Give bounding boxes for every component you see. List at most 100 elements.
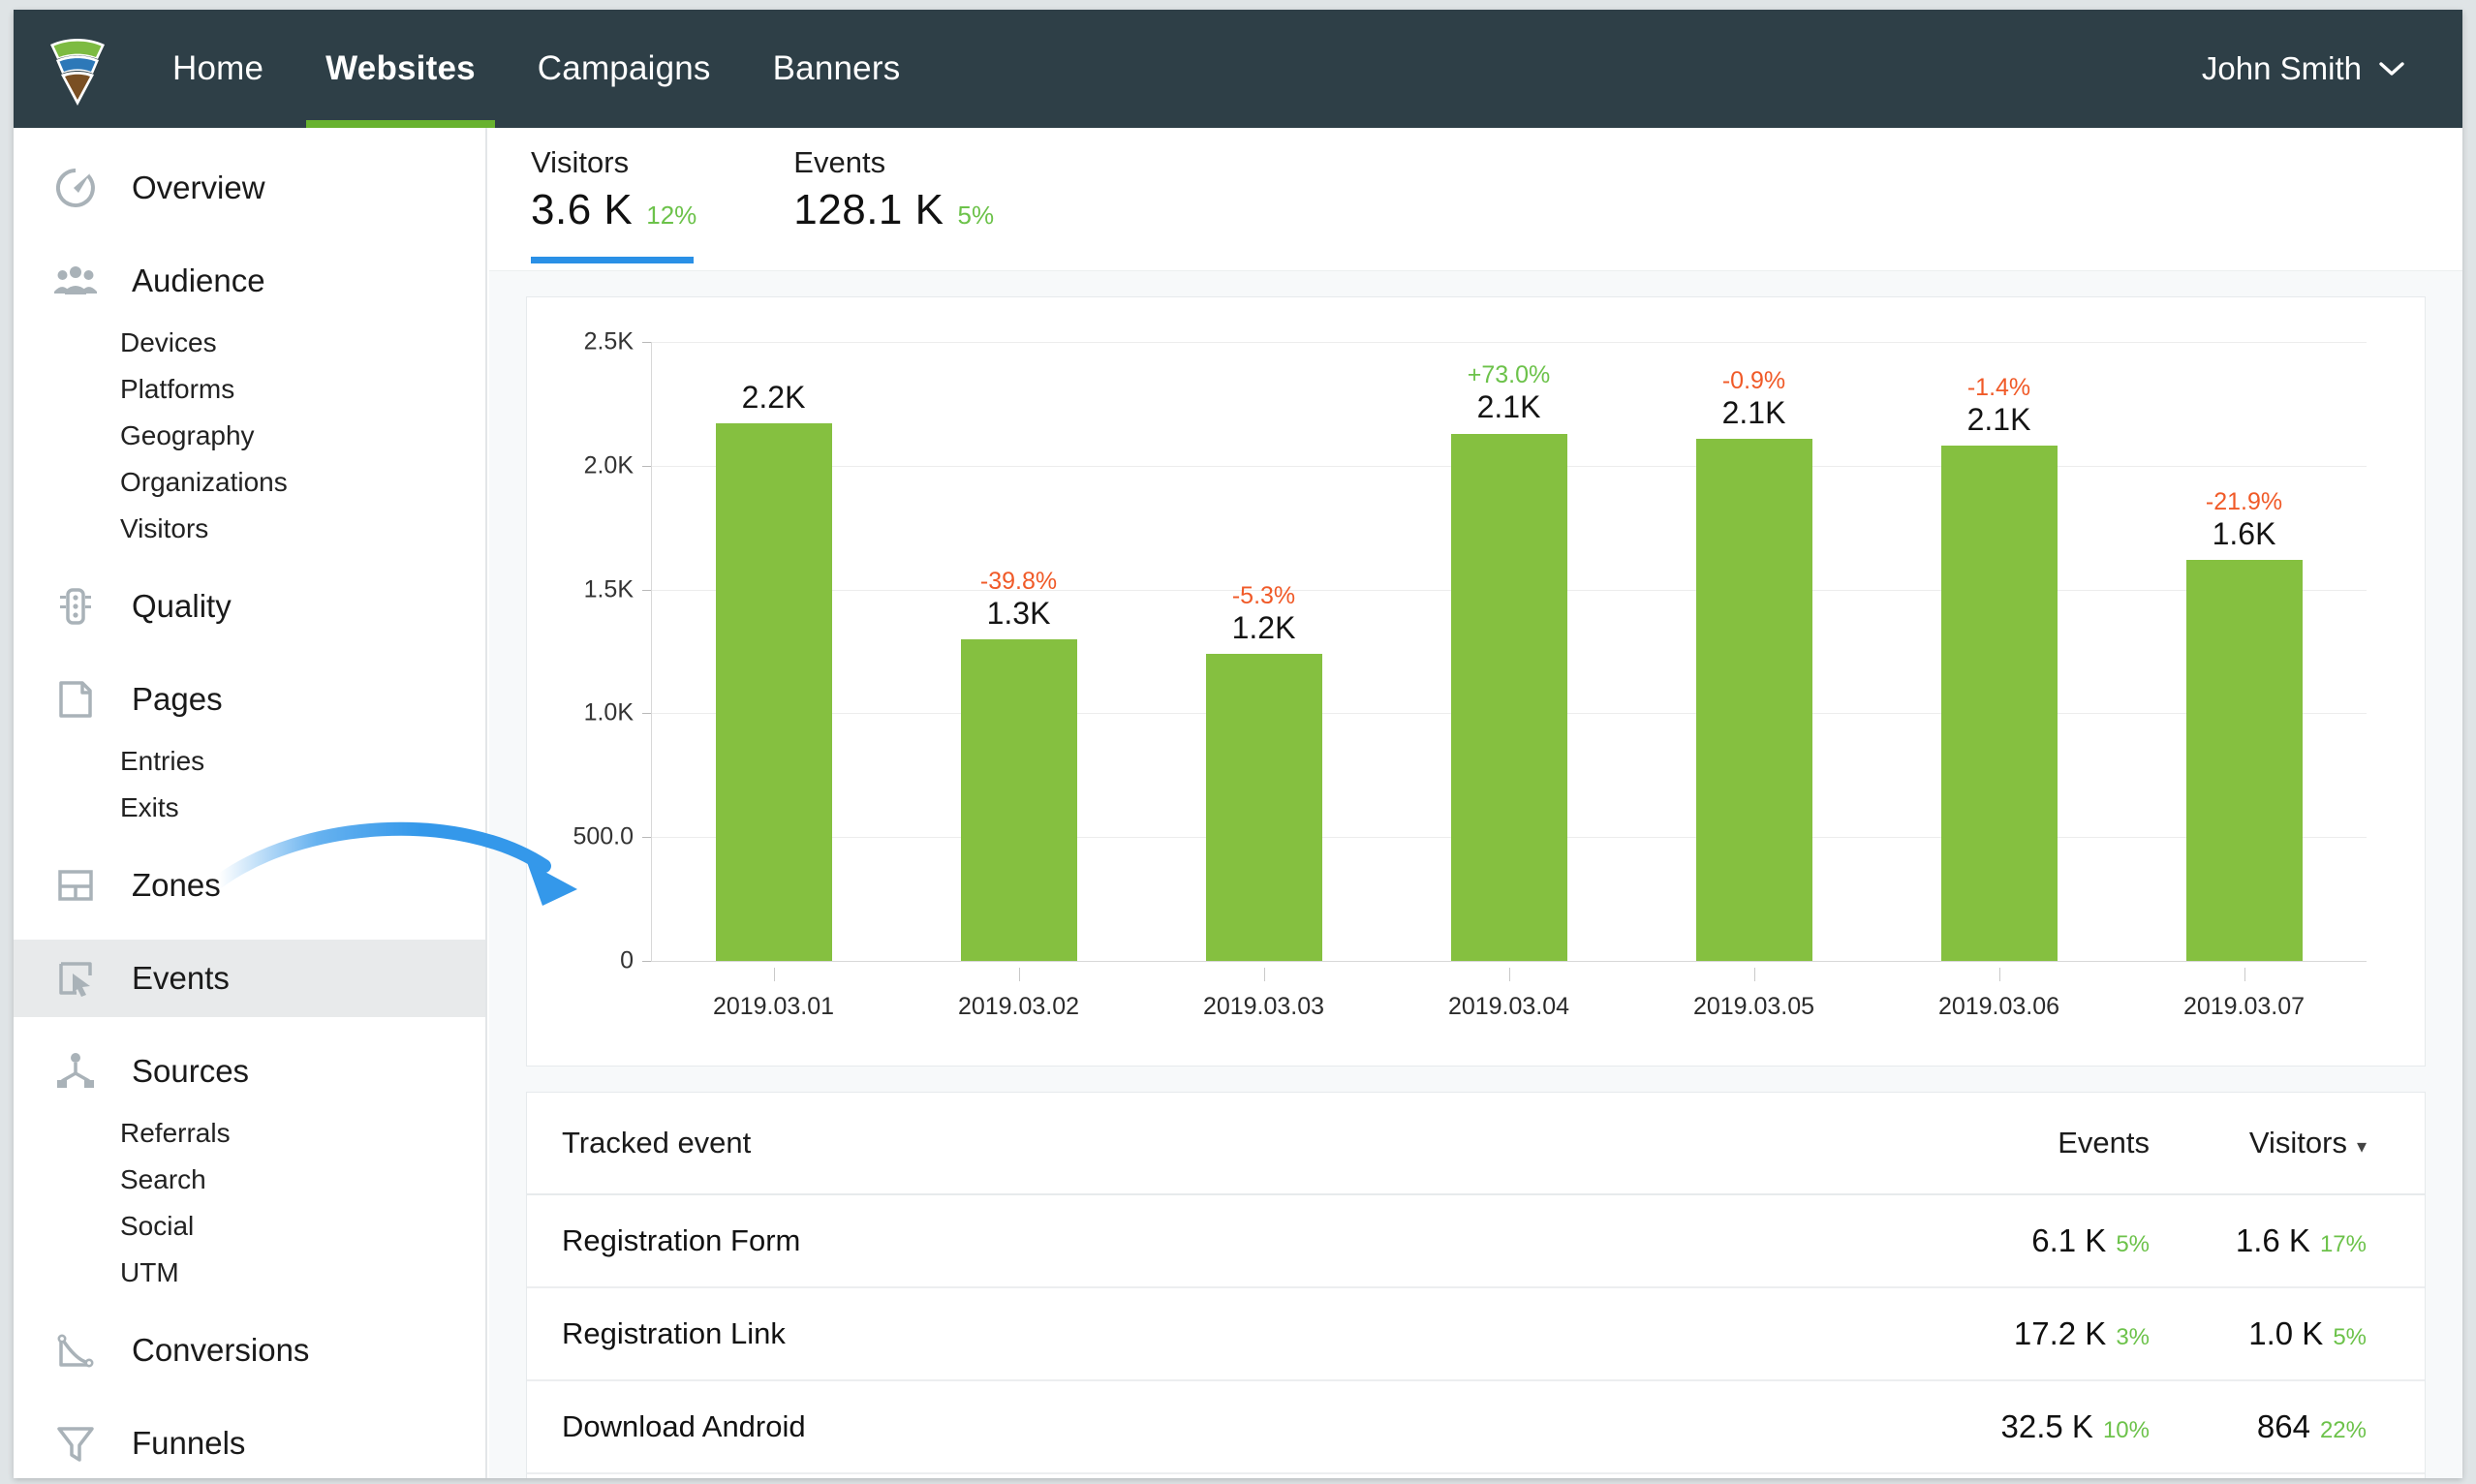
chart-bar[interactable] [1450,433,1567,961]
sidebar-item-exits[interactable]: Exits [14,785,485,831]
sidebar-item-search-label: Search [120,1164,206,1194]
sources-icon [48,1044,103,1098]
traffic-light-icon [48,579,103,634]
column-header-tracked-event[interactable]: Tracked event [527,1093,1940,1194]
chart-bar-value-label: 1.3K [986,595,1051,631]
sidebar-item-social[interactable]: Social [14,1203,485,1250]
sidebar-item-sources[interactable]: Sources [14,1033,485,1110]
y-axis-tick-mark [642,342,651,343]
nav-item-home[interactable]: Home [141,10,294,128]
metric-tab-visitors-label: Visitors [531,145,630,179]
tracked-events-table-card: Tracked event Events Visitors ▾ Registrat… [526,1092,2426,1478]
sidebar-item-conversions[interactable]: Conversions [14,1312,485,1389]
chart-bar-slot[interactable]: -21.9% 1.6K [2121,342,2367,961]
sidebar-item-devices[interactable]: Devices [14,320,485,366]
sidebar-item-devices-label: Devices [120,327,217,357]
nav-item-campaigns[interactable]: Campaigns [507,10,742,128]
cell-events: 17.2 K 3% [1940,1287,2182,1380]
chart-bar[interactable] [1940,446,2058,961]
column-header-visitors[interactable]: Visitors ▾ [2182,1093,2425,1194]
funnel-logo-icon [50,39,105,106]
chart-bar[interactable] [1695,438,1812,961]
table-body: Registration Form 6.1 K 5% 1.6 K 17% Registra… [527,1194,2425,1478]
sidebar-item-geography[interactable]: Geography [14,413,485,459]
gridline [651,961,2367,962]
x-axis-tick-label: 2019.03.07 [2121,968,2367,1021]
top-navigation-bar: Home Websites Campaigns Banners John Smi… [14,10,2462,128]
chart-bar[interactable] [1205,654,1322,961]
sidebar-item-utm[interactable]: UTM [14,1250,485,1296]
chart-bar[interactable] [715,423,832,961]
chart-bar-slot[interactable]: -39.8% 1.3K [896,342,1141,961]
chart-bar-value-label: 2.1K [1966,402,2031,438]
y-axis-tick-label: 1.5K [583,575,634,603]
sidebar-item-visitors-label: Visitors [120,513,209,543]
chart-bar[interactable] [2185,559,2303,961]
cell-visitors: 864 22% [2182,1380,2425,1473]
sidebar-item-organizations[interactable]: Organizations [14,459,485,506]
cell-tracked-event: Download Android [562,1409,806,1443]
cell-visitors: 1.6 K 17% [2182,1194,2425,1287]
table-row[interactable]: Download iOS3.7 K2%8041% [527,1473,2425,1478]
metric-tab-visitors[interactable]: Visitors 3.6 K 12% [531,145,710,263]
funnel-icon [48,1416,103,1470]
sidebar-item-entries[interactable]: Entries [14,738,485,785]
chart-bar-delta-label: -0.9% [1721,366,1786,394]
table-row[interactable]: Registration Form 6.1 K 5% 1.6 K 17% [527,1194,2425,1287]
sidebar-item-visitors[interactable]: Visitors [14,506,485,552]
sidebar-item-referrals[interactable]: Referrals [14,1110,485,1157]
sidebar-item-overview-label: Overview [132,170,265,205]
chart-bar-slot[interactable]: 2.2K [651,342,896,961]
sidebar-item-audience[interactable]: Audience [14,242,485,320]
sidebar-item-overview[interactable]: Overview [14,149,485,227]
column-header-events[interactable]: Events [1940,1093,2182,1194]
cell-tracked-event: Download iOS [527,1473,1940,1478]
chart-bar-delta-label: -5.3% [1231,581,1296,609]
sidebar-item-pages[interactable]: Pages [14,661,485,738]
chart-bar-slot[interactable]: -5.3% 1.2K [1141,342,1386,961]
chart-bar-slot[interactable]: -1.4% 2.1K [1876,342,2121,961]
zones-icon [48,858,103,912]
x-axis-tick-label: 2019.03.04 [1386,968,1631,1021]
sidebar-item-pages-label: Pages [132,681,223,717]
y-axis-tick-label: 2.5K [583,327,634,356]
primary-nav-items: Home Websites Campaigns Banners [141,10,931,128]
gauge-icon [48,161,103,215]
sidebar-item-audience-label: Audience [132,263,265,298]
brand-logo[interactable] [14,10,141,128]
sidebar-item-geography-label: Geography [120,420,255,450]
sidebar-item-platforms[interactable]: Platforms [14,366,485,413]
sidebar-item-search[interactable]: Search [14,1157,485,1203]
cell-events-delta: 3% [2116,1324,2150,1350]
chart-bar-slot[interactable]: +73.0% 2.1K [1386,342,1631,961]
y-axis-tick-label: 500.0 [573,822,634,850]
cell-visitors-value: 1.6 K [2235,1222,2310,1258]
cell-events: 32.5 K 10% [1940,1380,2182,1473]
cell-events: 6.1 K 5% [1940,1194,2182,1287]
chart-bar-slot[interactable]: -0.9% 2.1K [1631,342,1876,961]
sidebar-item-funnels[interactable]: Funnels [14,1405,485,1478]
table-row[interactable]: Registration Link 17.2 K 3% 1.0 K 5% [527,1287,2425,1380]
cell-events-value: 17.2 K [2013,1315,2107,1351]
metric-tab-events[interactable]: Events 128.1 K 5% [793,145,1007,263]
metric-tab-visitors-value: 3.6 K [531,186,634,233]
x-axis-tick-label: 2019.03.05 [1631,968,1876,1021]
nav-item-websites[interactable]: Websites [294,10,507,128]
x-axis-tick-label: 2019.03.02 [896,968,1141,1021]
cell-visitors-value: 1.0 K [2248,1315,2324,1351]
nav-item-home-label: Home [172,49,264,87]
metric-tab-events-value: 128.1 K [793,186,944,233]
chart-x-axis-labels: 2019.03.01 2019.03.02 2019.03.03 2019.03.04… [651,968,2367,1021]
user-menu[interactable]: John Smith [2202,50,2404,87]
table-row[interactable]: Download Android 32.5 K 10% 864 22% [527,1380,2425,1473]
sidebar-item-events[interactable]: Events [14,940,485,1017]
tracked-events-table: Tracked event Events Visitors ▾ Registrat… [527,1093,2425,1478]
sidebar-item-quality-label: Quality [132,588,232,624]
sidebar-item-zones[interactable]: Zones [14,847,485,924]
x-axis-tick-label: 2019.03.03 [1141,968,1386,1021]
nav-item-banners[interactable]: Banners [742,10,932,128]
chart-bar[interactable] [960,638,1077,961]
sidebar-item-quality[interactable]: Quality [14,568,485,645]
y-axis-tick-mark [642,589,651,591]
app-window: Home Websites Campaigns Banners John Smi… [14,10,2462,1478]
